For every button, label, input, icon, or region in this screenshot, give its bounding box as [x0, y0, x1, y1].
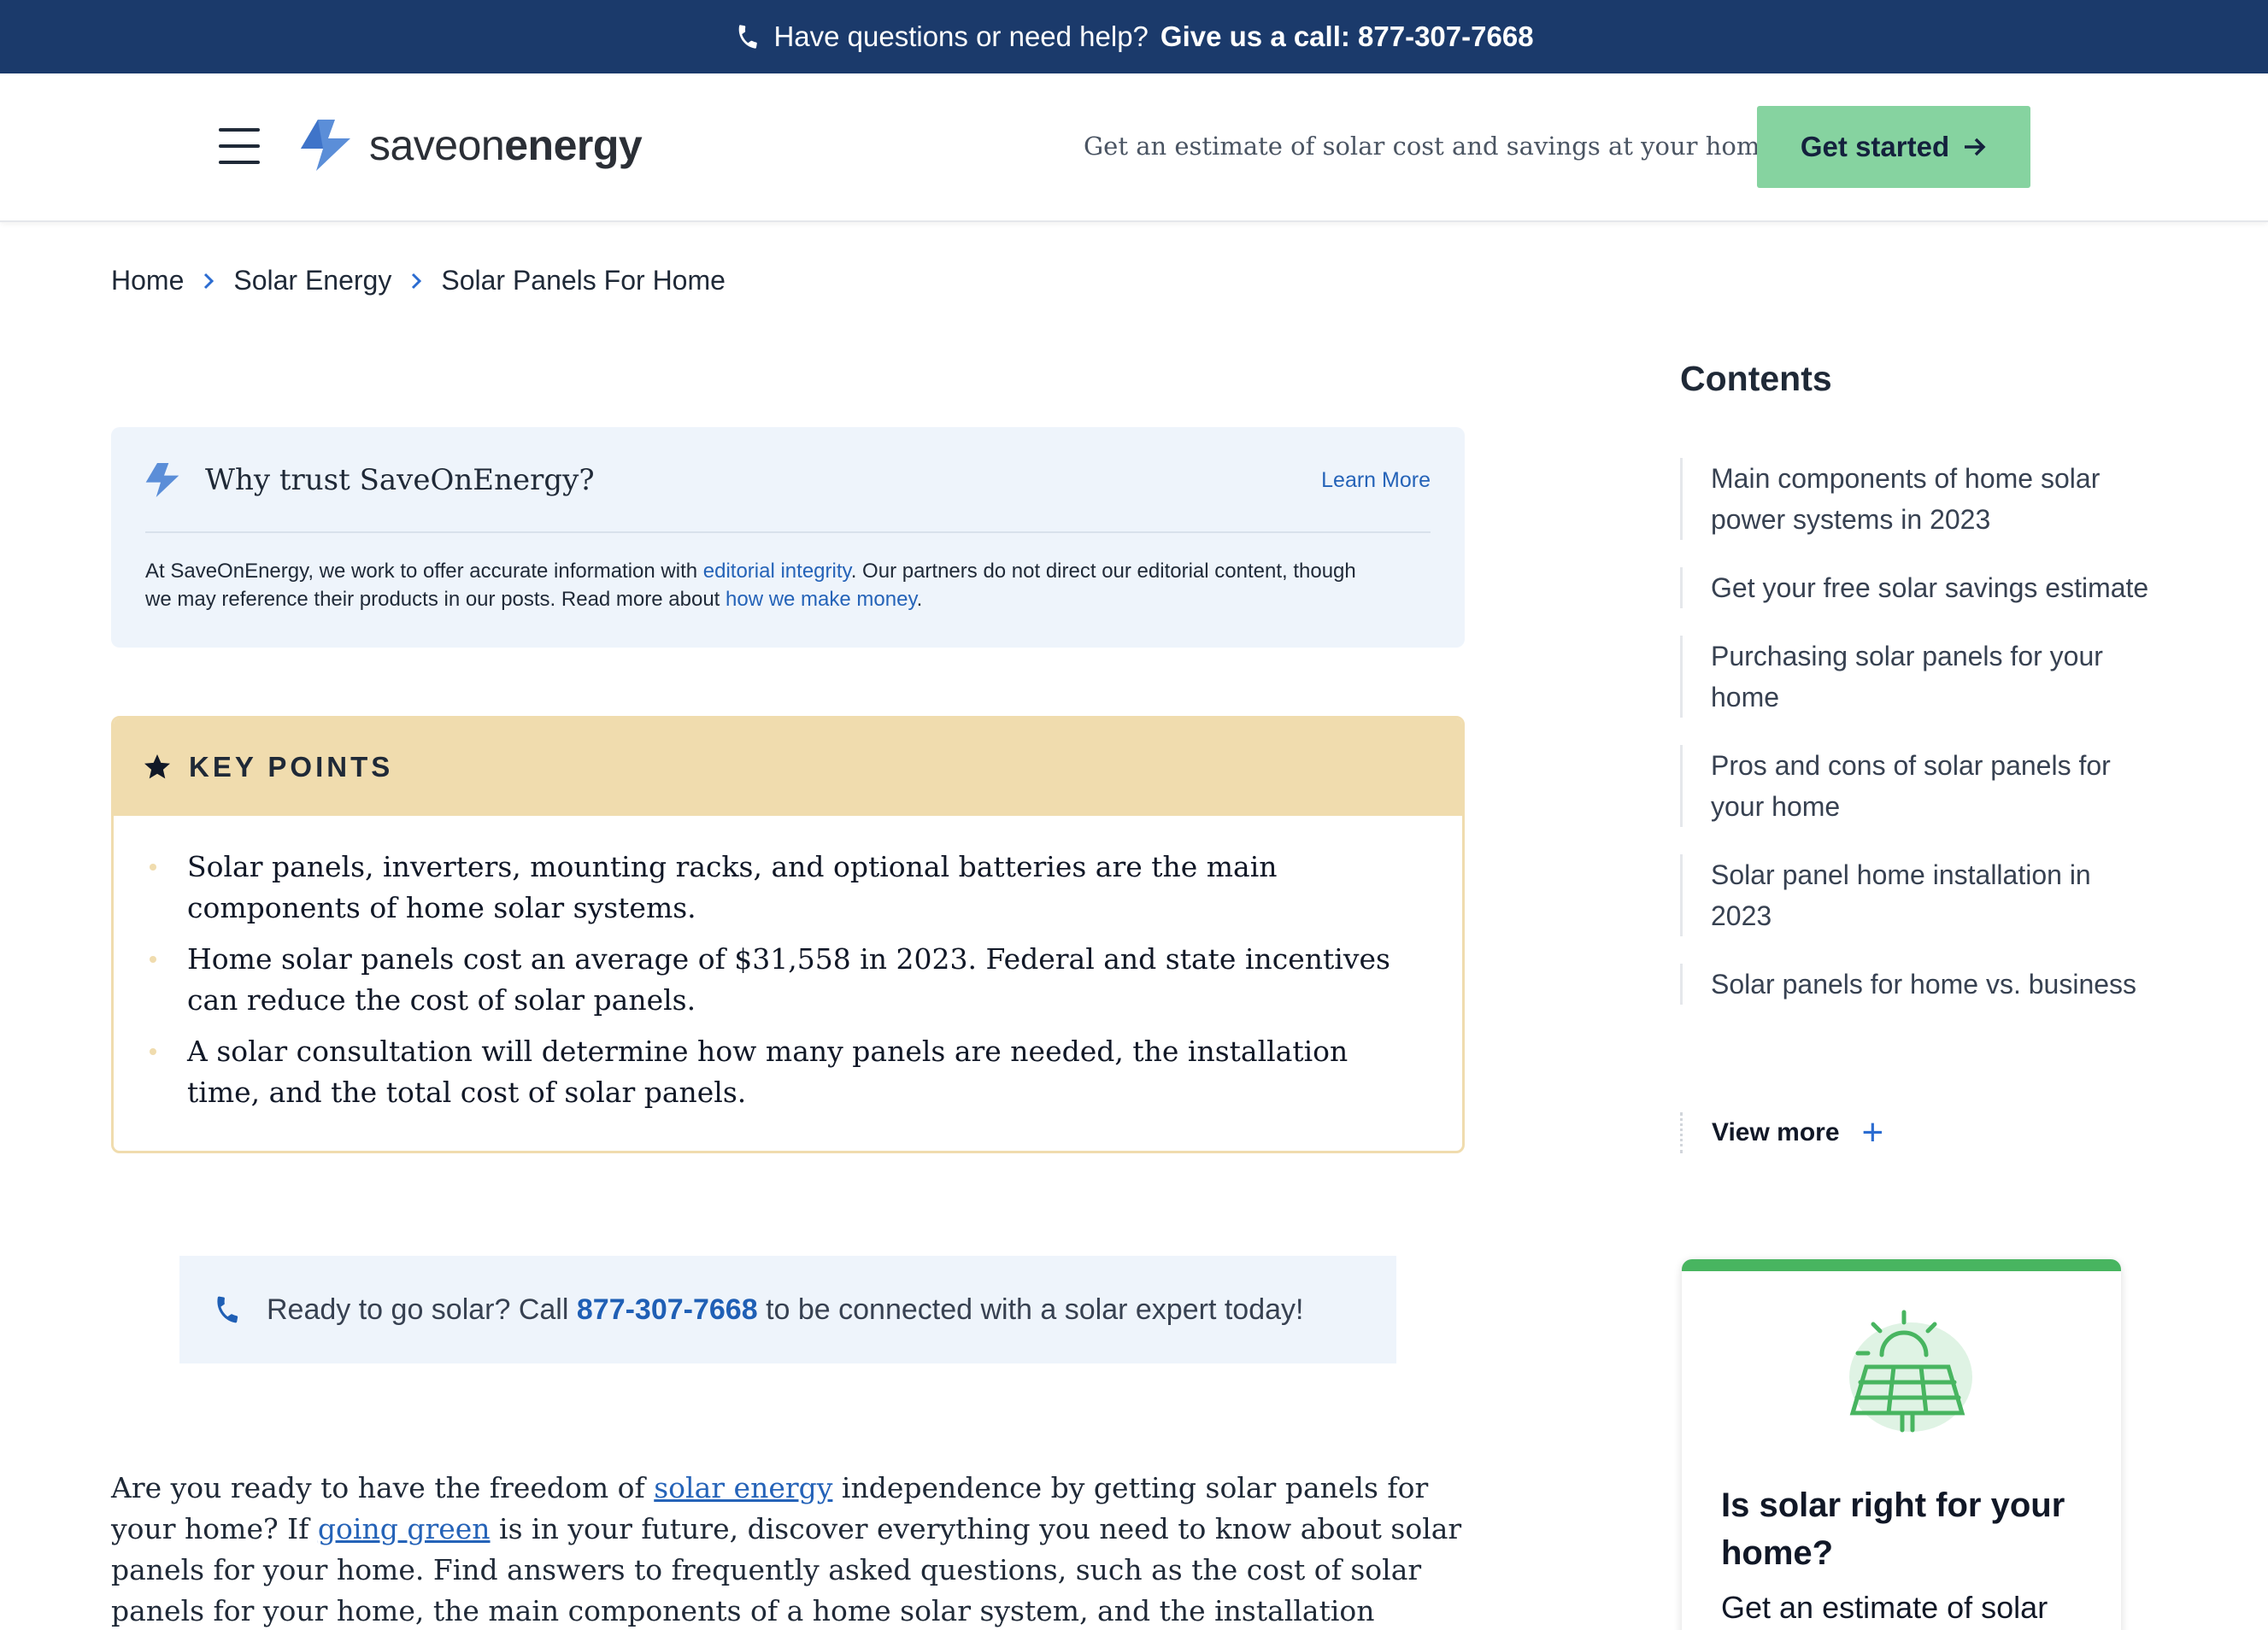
chevron-right-icon [204, 273, 214, 289]
contents-title: Contents [1680, 359, 1832, 398]
help-bar: Have questions or need help? Give us a c… [0, 0, 2268, 73]
menu-icon[interactable] [219, 128, 260, 164]
card-subtitle: Get an estimate of solar [1721, 1590, 2048, 1625]
breadcrumb-solar-energy[interactable]: Solar Energy [233, 265, 391, 296]
view-more-button[interactable]: View more + [1680, 1111, 1884, 1153]
key-points-title: KEY POINTS [189, 751, 394, 783]
get-started-button[interactable]: Get started [1757, 106, 2030, 188]
plus-icon: + [1861, 1111, 1884, 1153]
key-point: Solar panels, inverters, mounting racks,… [150, 847, 1428, 929]
get-started-label: Get started [1800, 131, 1950, 162]
view-more-label: View more [1712, 1118, 1840, 1146]
breadcrumb-home[interactable]: Home [111, 265, 184, 296]
solar-panel-icon [1849, 1310, 1972, 1433]
logo-text-regular: saveon [369, 121, 505, 169]
key-point: Home solar panels cost an average of $31… [150, 939, 1428, 1021]
key-points-list: Solar panels, inverters, mounting racks,… [114, 816, 1462, 1113]
arrow-right-icon [1965, 138, 1986, 156]
help-question: Have questions or need help? [773, 21, 1149, 52]
logo-text-bold: energy [504, 121, 643, 169]
site-header: saveonenergy Get an estimate of solar co… [0, 73, 2268, 222]
card-title: Is solar right for your home? [1721, 1486, 2065, 1572]
editorial-integrity-link[interactable]: editorial integrity [703, 560, 851, 583]
site-logo[interactable]: saveonenergy [297, 120, 643, 171]
toc-item[interactable]: Main components of home solar power syst… [1680, 458, 2159, 540]
learn-more-link[interactable]: Learn More [1321, 468, 1431, 493]
toc-item[interactable]: Purchasing solar panels for your home [1680, 636, 2159, 718]
logo-bolt-icon [301, 120, 350, 171]
intro-paragraph: Are you ready to have the freedom of sol… [111, 1471, 1462, 1627]
trust-title: Why trust SaveOnEnergy? [205, 463, 595, 497]
logo-bolt-icon [145, 463, 179, 497]
table-of-contents: Main components of home solar power syst… [1680, 458, 2159, 1032]
toc-item[interactable]: Solar panel home installation in 2023 [1680, 854, 2159, 936]
phone-icon [739, 25, 758, 49]
trust-text: At SaveOnEnergy, we work to offer accura… [145, 560, 1356, 611]
solar-estimate-card: Is solar right for your home? Get an est… [1682, 1259, 2121, 1630]
call-banner: Ready to go solar? Call 877-307-7668 to … [179, 1256, 1396, 1363]
breadcrumb-current: Solar Panels For Home [441, 265, 726, 296]
toc-item[interactable]: Pros and cons of solar panels for your h… [1680, 745, 2159, 827]
toc-item[interactable]: Get your free solar savings estimate [1680, 567, 2159, 608]
star-icon [144, 754, 170, 779]
divider [145, 531, 1431, 533]
key-points-box: KEY POINTS Solar panels, inverters, moun… [111, 716, 1465, 1153]
how-we-make-money-link[interactable]: how we make money [726, 588, 917, 611]
toc-item[interactable]: Solar panels for home vs. business [1680, 964, 2159, 1005]
key-point: A solar consultation will determine how … [150, 1031, 1428, 1113]
call-phone-link[interactable]: 877-307-7668 [577, 1293, 758, 1326]
help-phone-link[interactable]: Give us a call: 877-307-7668 [1160, 21, 1534, 53]
chevron-right-icon [412, 273, 422, 289]
going-green-link[interactable]: going green [318, 1512, 491, 1545]
solar-energy-link[interactable]: solar energy [654, 1471, 832, 1504]
breadcrumb: Home Solar Energy Solar Panels For Home [111, 265, 726, 296]
trust-box: Why trust SaveOnEnergy? Learn More At Sa… [111, 427, 1465, 648]
header-tagline: Get an estimate of solar cost and saving… [1084, 132, 1783, 161]
phone-icon [217, 1296, 238, 1323]
